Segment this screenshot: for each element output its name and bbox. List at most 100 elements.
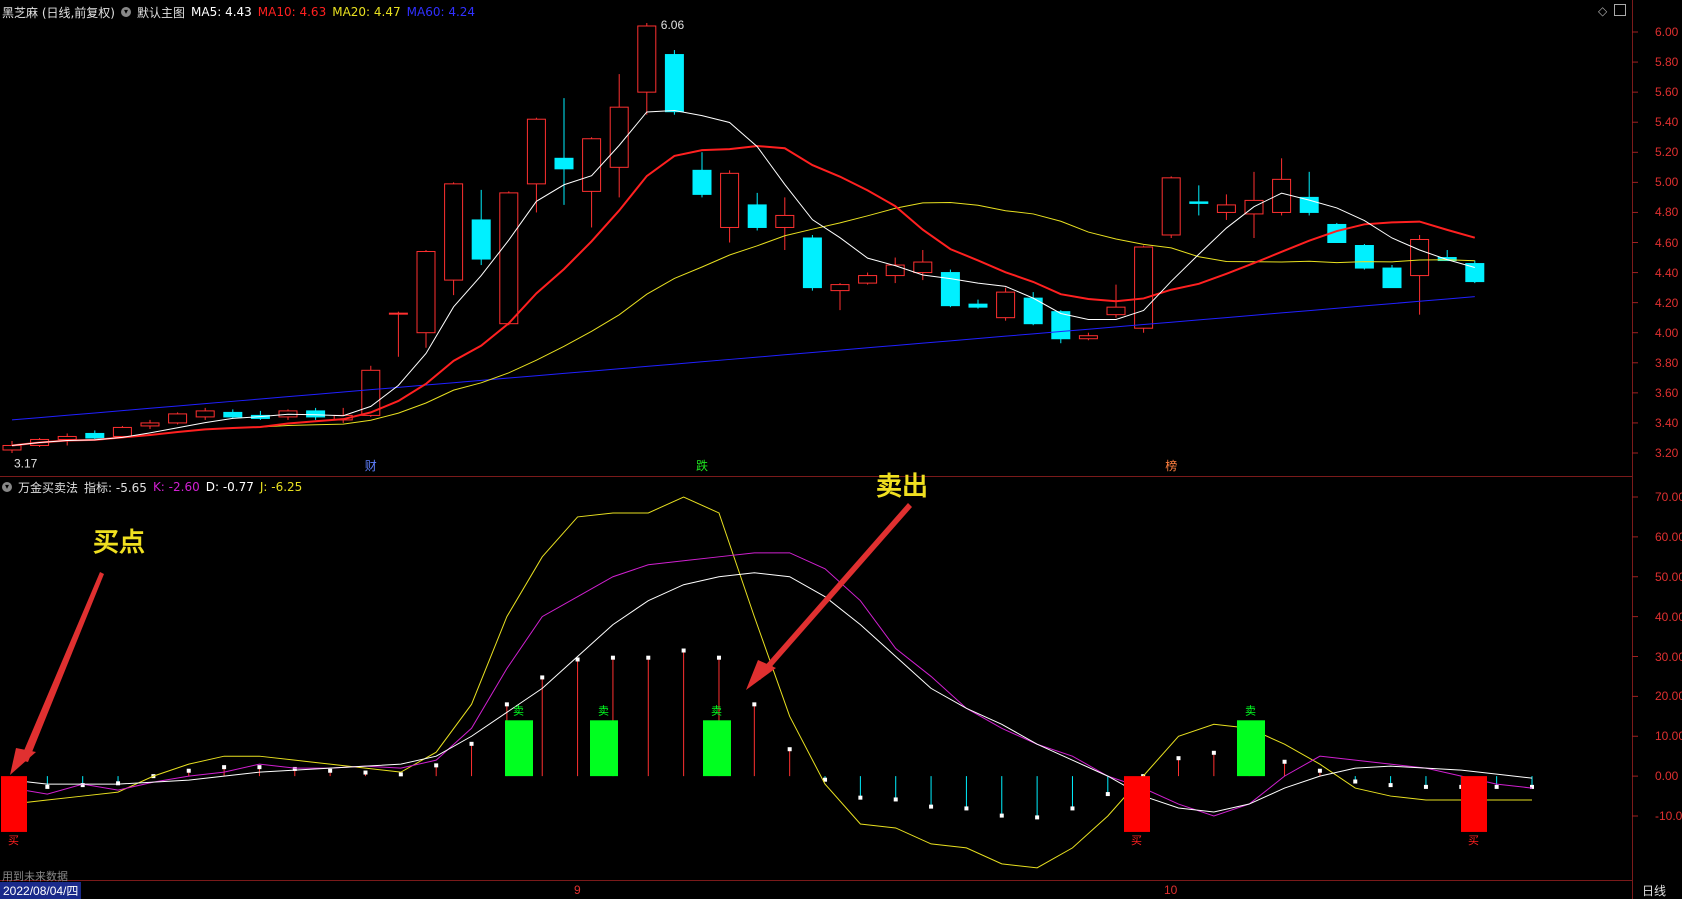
sell-signal-label: 卖 <box>513 704 524 717</box>
buy-signal-label: 买 <box>1468 834 1479 847</box>
indicator-dot <box>1353 779 1358 784</box>
candle-body <box>140 422 160 427</box>
candle-body <box>692 169 712 195</box>
indicator-dot <box>858 795 863 800</box>
indicator-dot <box>1035 815 1040 820</box>
indicator-dot <box>646 655 651 660</box>
buy-point-annotation: 买点 <box>93 528 146 558</box>
indicator-dot <box>929 804 934 809</box>
candle-body <box>168 413 188 424</box>
indicator-dot <box>610 655 615 660</box>
candle-body <box>885 264 905 277</box>
candle-body <box>582 138 602 192</box>
indicator-dot <box>540 675 545 680</box>
sell-arrow-shaft <box>756 503 912 680</box>
candle-body <box>913 261 933 274</box>
indicator-dot <box>752 702 757 707</box>
candle-body <box>471 219 491 260</box>
ma5-line <box>11 109 1475 446</box>
candle-body <box>858 275 878 284</box>
indicator-dot <box>1176 756 1181 761</box>
event-marker: 跌 <box>696 458 708 473</box>
indicator-dot <box>363 770 368 775</box>
candle-body <box>112 426 132 437</box>
buy-signal-label: 买 <box>8 834 19 847</box>
period-tab[interactable]: 日线 <box>1642 882 1666 899</box>
candle-body <box>388 312 408 315</box>
month-10-label: 10 <box>1164 883 1178 897</box>
indicator-dot <box>469 741 474 746</box>
ma20-line <box>11 202 1475 446</box>
d-line <box>11 572 1533 813</box>
candle-body <box>416 251 436 334</box>
indicator-dot <box>504 702 509 707</box>
indicator-dot <box>434 763 439 768</box>
buy-signal-box <box>1 776 27 832</box>
buy-signal-box <box>1461 776 1487 832</box>
indicator-dot <box>1070 806 1075 811</box>
candle-body <box>499 192 519 325</box>
candle-body <box>1106 306 1126 316</box>
indicator-dot <box>893 797 898 802</box>
candle-body <box>1354 245 1374 269</box>
ma60-line <box>11 296 1475 421</box>
candle-body <box>1134 246 1154 329</box>
candle-body <box>85 432 105 439</box>
candle-body <box>720 172 740 228</box>
indicator-dot <box>999 813 1004 818</box>
indicator-dot <box>1494 784 1499 789</box>
indicator-dot <box>1282 759 1287 764</box>
candle-body <box>968 303 988 308</box>
candle-body <box>802 237 822 289</box>
candle-body <box>1465 263 1485 283</box>
candle-body <box>664 54 684 113</box>
candle-body <box>1051 311 1071 340</box>
indicator-dot <box>45 784 50 789</box>
high-price-label: 6.06 <box>661 18 685 32</box>
candle-body <box>2 444 22 451</box>
indicator-dot <box>257 765 262 770</box>
indicator-dot <box>328 768 333 773</box>
indicator-dot <box>964 806 969 811</box>
indicator-dot <box>787 747 792 752</box>
event-marker: 财 <box>365 459 377 473</box>
sell-annotation: 卖出 <box>876 472 929 502</box>
buy-signal-label: 买 <box>1131 834 1142 847</box>
sell-signal-box <box>505 720 533 777</box>
candle-body <box>195 410 215 418</box>
indicator-dot <box>1105 792 1110 797</box>
sell-signal-label: 卖 <box>711 704 722 717</box>
buy-arrow-shaft <box>20 572 104 762</box>
ma10-line <box>11 144 1476 447</box>
indicator-dot <box>681 648 686 653</box>
candle-body <box>1410 238 1430 277</box>
candle-body <box>1189 201 1209 204</box>
event-marker: 榜 <box>1165 458 1177 473</box>
candle-body <box>526 118 546 185</box>
candle-body <box>1216 204 1236 213</box>
indicator-dot <box>1211 750 1216 755</box>
indicator-dot <box>222 765 227 770</box>
sell-signal-box <box>1237 720 1265 777</box>
buy-signal-box <box>1124 776 1150 832</box>
indicator-dot <box>398 772 403 777</box>
candle-body <box>223 411 243 418</box>
candle-body <box>775 214 795 228</box>
candle-body <box>1078 335 1098 340</box>
candle-body <box>444 183 464 281</box>
month-9-label: 9 <box>574 883 581 897</box>
indicator-dot <box>1317 768 1322 773</box>
chart-canvas[interactable]: 6.06 3.17 财 跌 榜卖 卖 卖 卖买 买 买 <box>0 0 1682 899</box>
date-box[interactable]: 2022/08/04/四 <box>0 882 82 899</box>
candle-body <box>1161 177 1181 236</box>
sell-signal-box <box>590 720 618 777</box>
candle-body <box>830 284 850 292</box>
candle-body <box>637 25 657 93</box>
candle-body <box>306 410 326 418</box>
candle-body <box>554 157 574 170</box>
indicator-dot <box>116 781 121 786</box>
low-price-label: 3.17 <box>14 457 38 471</box>
k-line <box>11 552 1533 817</box>
indicator-dot <box>186 768 191 773</box>
sell-signal-label: 卖 <box>1245 704 1256 717</box>
